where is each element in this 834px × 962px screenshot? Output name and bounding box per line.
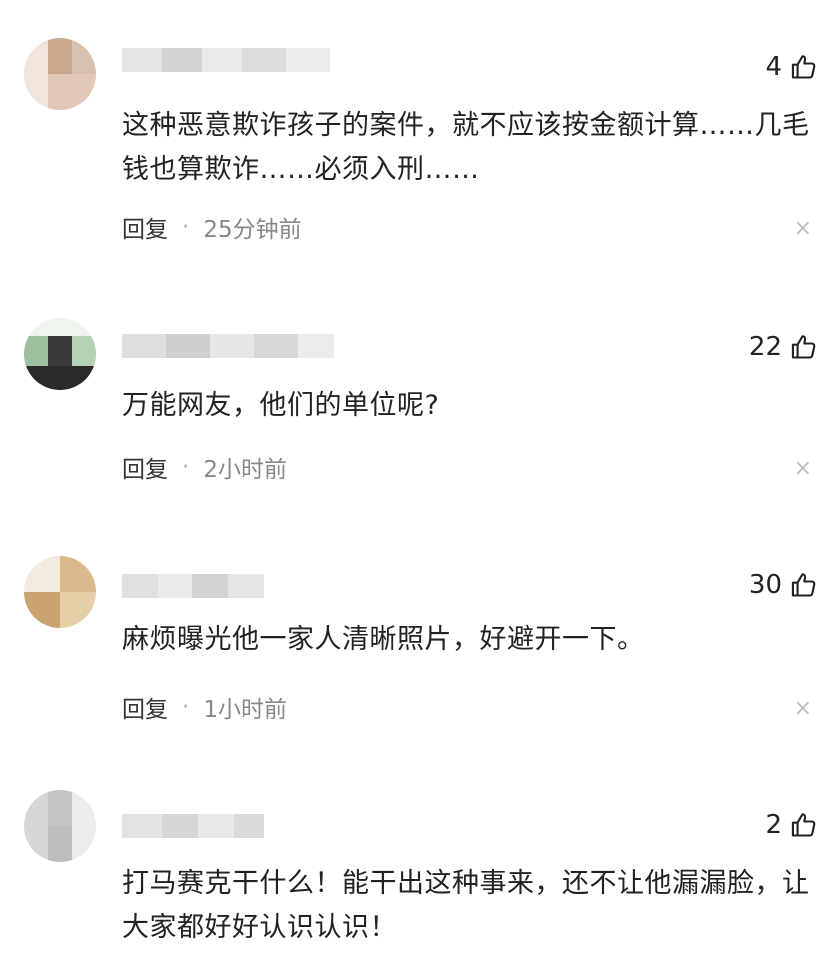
thumbs-up-icon bbox=[791, 573, 816, 597]
comment-text: 万能网友，他们的单位呢? bbox=[122, 390, 440, 421]
like-button[interactable]: 4 bbox=[765, 52, 818, 82]
comment-meta: 回复 · 1小时前 bbox=[122, 690, 287, 724]
meta-separator: · bbox=[182, 454, 190, 480]
close-icon[interactable]: × bbox=[794, 216, 812, 241]
comment-text: 麻烦曝光他一家人清晰照片，好避开一下。 bbox=[122, 624, 645, 655]
thumbs-up-icon bbox=[791, 813, 816, 837]
username-blurred[interactable] bbox=[122, 48, 330, 72]
comment-meta: 回复 · 2小时前 bbox=[122, 450, 287, 484]
like-count: 30 bbox=[748, 570, 782, 600]
avatar[interactable] bbox=[24, 318, 96, 390]
username-blurred[interactable] bbox=[122, 814, 264, 838]
close-icon[interactable]: × bbox=[794, 696, 812, 721]
username-blurred[interactable] bbox=[122, 574, 264, 598]
avatar[interactable] bbox=[24, 38, 96, 110]
like-count: 4 bbox=[765, 52, 782, 82]
comment-meta: 回复 · 25分钟前 bbox=[122, 210, 302, 244]
username-blurred[interactable] bbox=[122, 334, 334, 358]
like-button[interactable]: 30 bbox=[749, 570, 818, 600]
timestamp: 2小时前 bbox=[203, 457, 287, 483]
like-button[interactable]: 22 bbox=[749, 332, 818, 362]
reply-button[interactable]: 回复 bbox=[122, 450, 168, 484]
like-button[interactable]: 2 bbox=[765, 810, 818, 840]
thumbs-up-icon bbox=[791, 55, 816, 79]
comment-text: 打马赛克干什么！能干出这种事来，还不让他漏漏脸，让大家都好好认识认识！ bbox=[122, 868, 810, 943]
meta-separator: · bbox=[182, 694, 190, 720]
avatar[interactable] bbox=[24, 790, 96, 862]
close-icon[interactable]: × bbox=[794, 456, 812, 481]
like-count: 2 bbox=[765, 810, 782, 840]
avatar[interactable] bbox=[24, 556, 96, 628]
meta-separator: · bbox=[182, 214, 190, 240]
reply-button[interactable]: 回复 bbox=[122, 210, 168, 244]
like-count: 22 bbox=[748, 332, 782, 362]
comment-item: 4 这种恶意欺诈孩子的案件，就不应该按金额计算……几毛钱也算欺诈……必须入刑……… bbox=[0, 0, 834, 290]
timestamp: 25分钟前 bbox=[203, 217, 302, 243]
comment-text: 这种恶意欺诈孩子的案件，就不应该按金额计算……几毛钱也算欺诈……必须入刑…… bbox=[122, 110, 810, 185]
reply-button[interactable]: 回复 bbox=[122, 690, 168, 724]
thumbs-up-icon bbox=[791, 335, 816, 359]
timestamp: 1小时前 bbox=[203, 697, 287, 723]
